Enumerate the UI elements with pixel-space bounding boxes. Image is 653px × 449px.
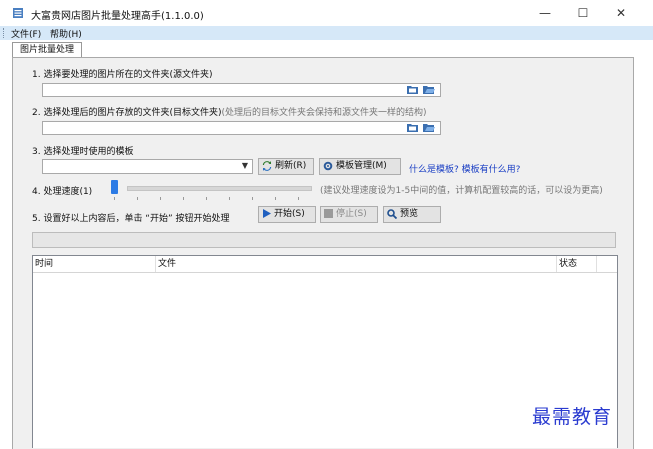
close-button[interactable]: ✕ bbox=[606, 3, 636, 23]
menu-bar: 文件(F) 帮助(H) bbox=[0, 26, 653, 40]
column-header-status[interactable]: 状态 bbox=[557, 256, 597, 272]
stop-button[interactable]: 停止(S) bbox=[320, 206, 378, 223]
source-folder-input[interactable] bbox=[42, 83, 441, 97]
template-select[interactable]: ▼ bbox=[42, 159, 253, 174]
step5-label: 5. 设置好以上内容后，单击 “开始” 按钮开始处理 bbox=[32, 214, 230, 224]
browse-folder-icon[interactable] bbox=[407, 85, 419, 94]
slider-tick bbox=[114, 197, 115, 200]
refresh-icon bbox=[262, 160, 272, 171]
menu-file[interactable]: 文件(F) bbox=[11, 27, 41, 40]
title-bar: 大富贵网店图片批量处理高手(1.1.0.0) — ☐ ✕ bbox=[0, 0, 653, 26]
menu-help[interactable]: 帮助(H) bbox=[50, 27, 82, 40]
search-icon bbox=[387, 208, 398, 219]
play-icon bbox=[263, 209, 271, 218]
step2-label-text: 2. 选择处理后的图片存放的文件夹(目标文件夹) bbox=[32, 108, 222, 118]
listview-header: 时间 文件 状态 bbox=[33, 256, 617, 273]
step3-label: 3. 选择处理时使用的模板 bbox=[32, 147, 134, 157]
chevron-down-icon: ▼ bbox=[241, 161, 248, 170]
open-folder-icon[interactable] bbox=[423, 85, 435, 94]
tab-batch-process[interactable]: 图片批量处理 bbox=[12, 42, 82, 58]
speed-slider-thumb[interactable] bbox=[111, 180, 118, 194]
template-manage-button[interactable]: 模板管理(M) bbox=[319, 158, 401, 175]
start-label: 开始(S) bbox=[274, 209, 305, 219]
step2-label: 2. 选择处理后的图片存放的文件夹(目标文件夹)(处理后的目标文件夹会保持和源文… bbox=[32, 105, 427, 118]
start-button[interactable]: 开始(S) bbox=[258, 206, 316, 223]
log-listview[interactable]: 时间 文件 状态 bbox=[32, 255, 618, 448]
slider-tick bbox=[206, 197, 207, 200]
open-folder-icon[interactable] bbox=[423, 123, 435, 132]
step4-label: 4. 处理速度(1) bbox=[32, 187, 93, 197]
step2-hint: (处理后的目标文件夹会保持和源文件夹一样的结构) bbox=[221, 108, 427, 118]
template-manage-label: 模板管理(M) bbox=[336, 161, 387, 171]
step1-label: 1. 选择要处理的图片所在的文件夹(源文件夹) bbox=[32, 70, 213, 80]
preview-button[interactable]: 预览 bbox=[383, 206, 441, 223]
watermark-text: 最需教育 bbox=[532, 406, 613, 428]
slider-tick bbox=[298, 197, 299, 200]
window-title: 大富贵网店图片批量处理高手(1.1.0.0) bbox=[31, 11, 204, 22]
refresh-button[interactable]: 刷新(R) bbox=[258, 158, 314, 175]
slider-tick bbox=[137, 197, 138, 200]
slider-tick bbox=[160, 197, 161, 200]
app-icon bbox=[13, 8, 23, 18]
maximize-button[interactable]: ☐ bbox=[568, 3, 598, 23]
browse-folder-icon[interactable] bbox=[407, 123, 419, 132]
stop-label: 停止(S) bbox=[336, 209, 367, 219]
speed-slider-track[interactable] bbox=[127, 186, 312, 191]
slider-tick bbox=[229, 197, 230, 200]
step4-hint: (建议处理速度设为1-5中间的值，计算机配置较高的话，可以设为更高) bbox=[320, 186, 603, 196]
column-header-file[interactable]: 文件 bbox=[156, 256, 557, 272]
slider-tick bbox=[275, 197, 276, 200]
refresh-label: 刷新(R) bbox=[275, 161, 307, 171]
gear-icon bbox=[323, 161, 333, 170]
stop-icon bbox=[324, 209, 333, 218]
slider-tick bbox=[252, 197, 253, 200]
template-help-link[interactable]: 什么是模板? 模板有什么用? bbox=[409, 162, 520, 175]
preview-label: 预览 bbox=[400, 209, 419, 219]
target-folder-input[interactable] bbox=[42, 121, 441, 135]
column-header-time[interactable]: 时间 bbox=[33, 256, 156, 272]
minimize-button[interactable]: — bbox=[530, 3, 560, 23]
slider-tick bbox=[183, 197, 184, 200]
progress-bar bbox=[32, 232, 616, 248]
menu-grip-icon bbox=[3, 28, 7, 38]
